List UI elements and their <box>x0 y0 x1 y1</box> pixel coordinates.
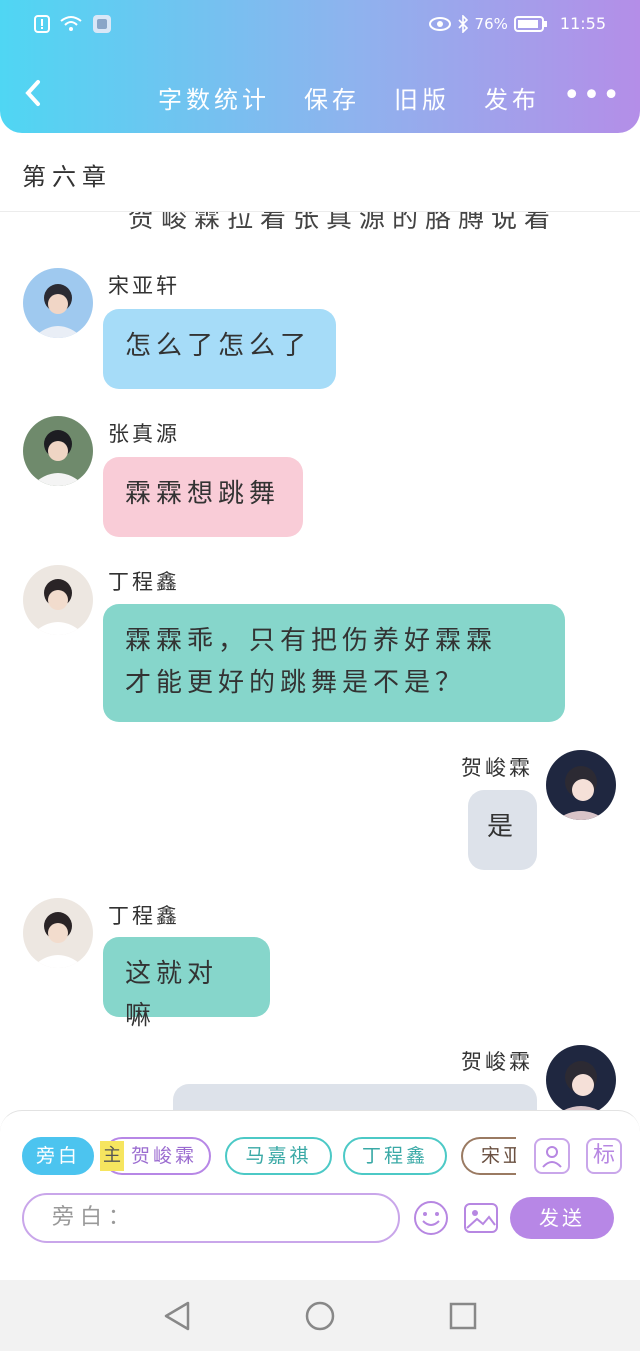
app-notification-icon <box>93 15 111 33</box>
tag-button[interactable]: 标 <box>586 1138 622 1174</box>
nav-home-icon[interactable] <box>304 1300 336 1332</box>
more-menu-icon[interactable]: ••• <box>563 78 622 113</box>
avatar[interactable] <box>546 750 616 820</box>
image-icon[interactable] <box>463 1200 499 1236</box>
sender-name: 贺峻霖 <box>461 756 533 780</box>
message-line: 霖霖乖，只有把伤养好霖霖 <box>125 626 498 656</box>
message-line: 才能更好的跳舞是不是？ <box>125 668 467 698</box>
sender-name: 贺峻霖 <box>461 1050 533 1074</box>
back-chevron-icon[interactable] <box>20 76 50 112</box>
avatar[interactable] <box>23 416 93 486</box>
publish-button[interactable]: 发布 <box>484 80 540 115</box>
main-character-badge: 主 <box>100 1141 124 1171</box>
clock: 11:55 <box>559 14 606 33</box>
send-button[interactable]: 发送 <box>510 1197 614 1239</box>
sender-name: 丁程鑫 <box>108 904 180 928</box>
eye-icon <box>428 16 451 31</box>
save-button[interactable]: 保存 <box>304 80 360 115</box>
role-chip-song-yaxuan[interactable]: 宋亚 <box>461 1137 516 1175</box>
add-character-icon[interactable] <box>534 1138 570 1174</box>
wifi-icon <box>60 16 82 31</box>
bluetooth-icon <box>457 14 468 33</box>
composer-panel: 旁白 贺峻霖 主 马嘉祺 丁程鑫 宋亚 标 旁白： 发送 <box>0 1110 640 1246</box>
role-chip-ma-jiaqi[interactable]: 马嘉祺 <box>225 1137 332 1175</box>
word-count-button[interactable]: 字数统计 <box>158 80 270 115</box>
nav-back-icon[interactable] <box>162 1300 192 1332</box>
sender-name: 张真源 <box>108 422 180 446</box>
message-bubble[interactable]: 怎么了怎么了 <box>103 309 336 389</box>
narration-line: 贺峻霖拉着张真源的胳膊说着 <box>128 212 558 234</box>
message-input[interactable]: 旁白： <box>22 1193 400 1243</box>
system-nav-bar <box>0 1280 640 1351</box>
role-chip-label: 贺峻霖 <box>131 1145 198 1167</box>
role-chip-ding-chengxin[interactable]: 丁程鑫 <box>343 1137 447 1175</box>
chapter-title-bar[interactable]: 第六章 <box>0 133 640 212</box>
message-bubble[interactable]: 霖霖想跳舞 <box>103 457 303 537</box>
sender-name: 丁程鑫 <box>108 570 180 594</box>
chapter-title: 第六章 <box>22 163 112 191</box>
app-header: 76% 11:55 字数统计 保存 旧版 发布 ••• <box>0 0 640 133</box>
avatar[interactable] <box>23 268 93 338</box>
chat-area[interactable]: 贺峻霖拉着张真源的胳膊说着 宋亚轩 怎么了怎么了 张真源 霖霖想跳舞 丁程鑫 霖… <box>0 212 640 1110</box>
avatar[interactable] <box>23 565 93 635</box>
alert-icon <box>34 15 50 33</box>
nav-recents-icon[interactable] <box>448 1301 478 1331</box>
avatar[interactable] <box>546 1045 616 1110</box>
battery-percent: 76% <box>474 14 508 33</box>
avatar[interactable] <box>23 898 93 968</box>
message-bubble[interactable] <box>173 1084 537 1110</box>
battery-icon <box>513 15 547 32</box>
sender-name: 宋亚轩 <box>108 274 180 298</box>
emoji-icon[interactable] <box>413 1200 449 1236</box>
status-bar: 76% 11:55 <box>0 12 640 40</box>
old-version-button[interactable]: 旧版 <box>394 80 450 115</box>
message-bubble[interactable]: 霖霖乖，只有把伤养好霖霖 才能更好的跳舞是不是？ <box>103 604 565 722</box>
message-bubble[interactable]: 是 <box>468 790 537 870</box>
role-chip-narrator[interactable]: 旁白 <box>22 1137 94 1175</box>
message-bubble[interactable]: 这就对嘛 <box>103 937 270 1031</box>
